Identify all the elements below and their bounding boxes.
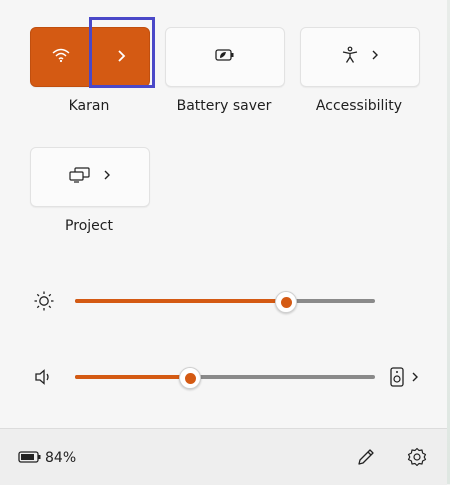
accessibility-label: Accessibility [315, 98, 403, 114]
wifi-toggle-button[interactable] [31, 28, 91, 86]
brightness-row [0, 286, 447, 316]
wifi-icon [51, 47, 71, 67]
footer-bar: 84% [0, 428, 447, 485]
slider-thumb[interactable] [179, 367, 201, 389]
slider-thumb[interactable] [275, 291, 297, 313]
brightness-icon [33, 290, 55, 312]
battery-saver-label: Battery saver [176, 98, 272, 114]
selection-highlight [89, 17, 155, 88]
audio-output-icon[interactable] [388, 366, 406, 388]
battery-saver-tile[interactable] [165, 27, 285, 87]
quick-settings-panel: Karan Battery saver Accessibility Projec… [0, 0, 448, 485]
volume-slider[interactable] [75, 362, 375, 392]
battery-icon[interactable] [18, 449, 42, 465]
chevron-right-icon [371, 49, 379, 65]
slider-fill [75, 375, 189, 379]
accessibility-tile[interactable] [300, 27, 420, 87]
wifi-label: Karan [68, 98, 110, 114]
chevron-right-icon[interactable] [408, 369, 422, 385]
accessibility-icon [341, 46, 359, 68]
project-label: Project [65, 218, 113, 234]
edit-icon[interactable] [355, 446, 377, 468]
volume-icon[interactable] [33, 367, 55, 387]
settings-icon[interactable] [406, 446, 428, 468]
slider-fill [75, 299, 285, 303]
volume-row [0, 362, 447, 392]
brightness-slider[interactable] [75, 286, 375, 316]
project-tile[interactable] [30, 147, 150, 207]
project-icon [69, 167, 91, 187]
battery-percent: 84% [45, 450, 77, 466]
battery-saver-icon [214, 47, 236, 67]
chevron-right-icon [103, 169, 111, 185]
